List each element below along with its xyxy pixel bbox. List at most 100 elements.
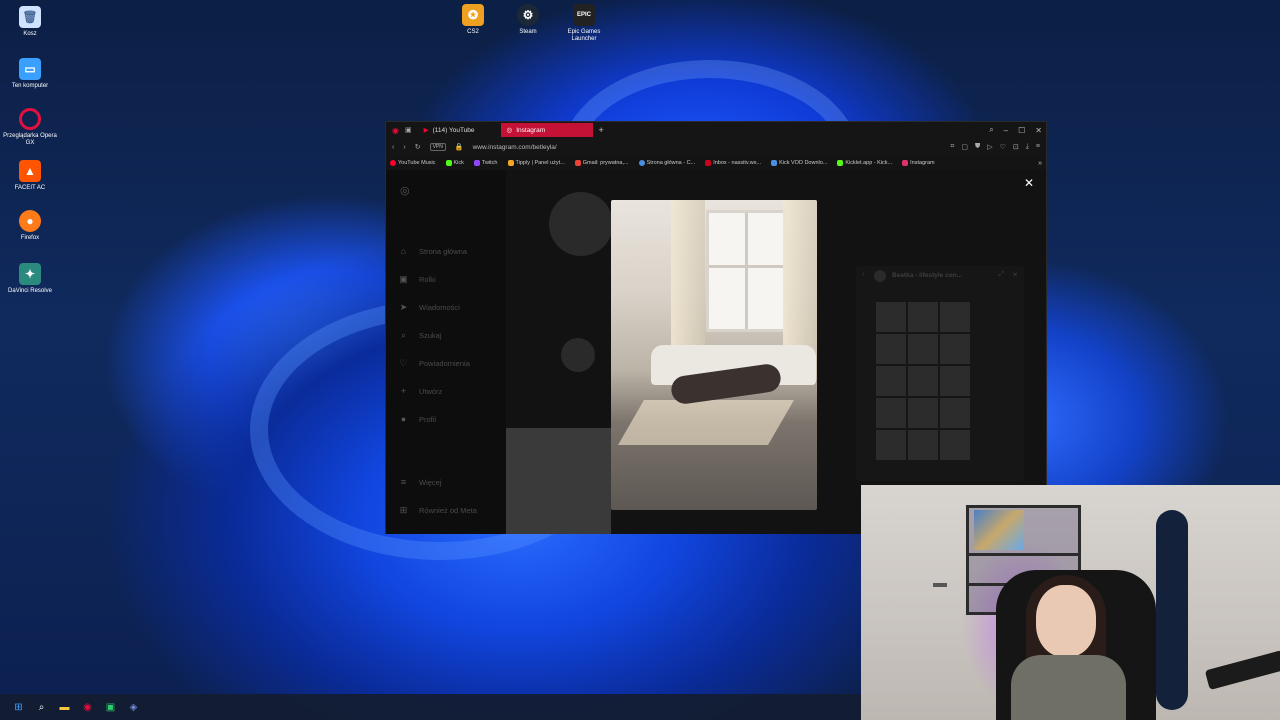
thumbnail[interactable] — [876, 398, 906, 428]
desktop-icon-faceit[interactable]: ▲ FACEIT AC — [2, 160, 58, 192]
desktop-icon-this-pc[interactable]: ▭ Ten komputer — [2, 58, 58, 90]
tab-youtube[interactable]: ▶ (114) YouTube — [418, 123, 481, 137]
instagram-page: ◎ ⌂ Strona główna ▣ Rolki ➤ Wiadomości ⌕ Szu… — [386, 170, 1046, 534]
thumbnail[interactable] — [908, 302, 938, 332]
chevron-left-icon[interactable]: ‹ — [862, 271, 864, 278]
thumbnail[interactable] — [940, 430, 970, 460]
thumbnail[interactable] — [908, 334, 938, 364]
nav-label: Utwórz — [419, 386, 443, 396]
maximize-icon[interactable]: ☐ — [1018, 126, 1025, 135]
instagram-logo-icon[interactable]: ◎ — [400, 184, 410, 197]
bookmark-twitch[interactable]: Twitch — [473, 160, 498, 166]
bookmark-inbox[interactable]: Inbox - nassitv.ws... — [705, 160, 761, 166]
instagram-sidebar: ◎ ⌂ Strona główna ▣ Rolki ➤ Wiadomości ⌕ Szu… — [386, 170, 506, 534]
desktop-icon-firefox[interactable]: ● Firefox — [2, 210, 58, 242]
desktop-icon-steam[interactable]: ⚙ Steam — [500, 4, 556, 36]
heart-icon[interactable]: ♡ — [1000, 143, 1006, 151]
lock-icon[interactable]: ⊡ — [1013, 143, 1019, 151]
cs2-icon: ✪ — [462, 4, 484, 26]
minimize-icon[interactable]: – — [1004, 126, 1008, 135]
nav-item-more[interactable]: ≡ Więcej — [398, 477, 442, 487]
desktop-icon-opera-gx[interactable]: Przeglądarka Opera GX — [2, 108, 58, 147]
tab-instagram[interactable]: ◎ Instagram — [500, 123, 593, 137]
search-icon: ⌕ — [400, 330, 407, 340]
download-icon[interactable]: ⤓ — [1026, 143, 1029, 151]
back-icon[interactable]: ‹ — [392, 144, 394, 151]
bookmark-tipply[interactable]: Tipply | Panel użyt... — [507, 160, 565, 166]
bookmark-label: YouTube Music — [398, 160, 436, 166]
bookmark-label: Twitch — [481, 160, 498, 166]
new-tab-button[interactable]: + — [599, 125, 604, 135]
screenshot-icon[interactable]: ▢ — [961, 143, 968, 151]
nav-item-profile[interactable]: ● Profil — [398, 414, 436, 424]
nav-item-messages[interactable]: ➤ Wiadomości — [398, 302, 460, 313]
workspaces-icon[interactable]: ▣ — [405, 126, 412, 134]
expand-icon[interactable]: ⤢ — [998, 271, 1004, 279]
epic-games-icon: EPIC — [573, 4, 595, 26]
bookmark-strona-glowna[interactable]: Strona główna - C... — [638, 160, 695, 166]
nav-label: Strona główna — [419, 246, 467, 256]
app-icon[interactable]: ▣ — [104, 701, 117, 714]
thumbnail[interactable] — [876, 430, 906, 460]
opera-gx-icon — [19, 108, 41, 130]
nav-label: Więcej — [419, 477, 442, 487]
url-field[interactable]: www.instagram.com/betleyla/ — [473, 144, 557, 151]
menu-icon[interactable]: ≡ — [1036, 143, 1040, 151]
close-window-icon[interactable]: ✕ — [1035, 126, 1042, 135]
search-tabs-icon[interactable]: ⌕ — [989, 125, 993, 135]
desktop-icon-cs2[interactable]: ✪ CS2 — [445, 4, 501, 36]
bookmark-gmail[interactable]: Gmail: prywatna,... — [574, 160, 629, 166]
desktop-icon-epic[interactable]: EPIC Epic Games Launcher — [556, 4, 612, 43]
desktop-icon-label: Ten komputer — [11, 83, 49, 89]
shield-icon[interactable]: ⛊ — [975, 143, 980, 151]
close-panel-icon[interactable]: ✕ — [1012, 271, 1018, 279]
nav-item-home[interactable]: ⌂ Strona główna — [398, 246, 467, 256]
bookmark-kicklet[interactable]: Kicklet.app - Kick... — [837, 160, 892, 166]
vpn-badge[interactable]: VPN — [429, 143, 446, 151]
opera-menu-icon[interactable]: ◉ — [392, 126, 399, 135]
bookmark-youtube-music[interactable]: YouTube Music — [390, 160, 436, 166]
nav-item-create[interactable]: + Utwórz — [398, 386, 442, 396]
thumbnail[interactable] — [876, 366, 906, 396]
tab-bar: ◉ ▣ ▶ (114) YouTube ◎ Instagram + ⌕ – ☐ … — [386, 122, 1046, 138]
thumbnail[interactable] — [908, 366, 938, 396]
youtube-icon: ▶ — [423, 127, 429, 134]
opera-gx-icon[interactable]: ◉ — [81, 701, 94, 714]
nav-label: Powiadomienia — [419, 359, 470, 368]
nav-label: Rolki — [419, 275, 436, 284]
discord-icon[interactable]: ◈ — [127, 701, 140, 714]
streamer-body — [1011, 655, 1126, 720]
thumbnail[interactable] — [940, 398, 970, 428]
post-photo[interactable] — [611, 200, 817, 510]
bookmark-label: Kick — [453, 160, 464, 166]
close-icon[interactable]: ✕ — [1024, 176, 1034, 190]
forward-icon[interactable]: › — [403, 144, 405, 151]
nav-item-search[interactable]: ⌕ Szukaj — [398, 330, 442, 341]
thumbnail[interactable] — [876, 302, 906, 332]
reload-icon[interactable]: ↻ — [415, 143, 421, 151]
bookmarks-more-button[interactable]: » — [1038, 160, 1042, 167]
camera-icon[interactable]: ⌗ — [950, 143, 954, 151]
bookmark-kick[interactable]: Kick — [445, 160, 464, 166]
desktop-icon-recycle-bin[interactable]: 🗑 Kosz — [2, 6, 58, 38]
nav-item-notifications[interactable]: ♡ Powiadomienia — [398, 358, 470, 369]
search-icon[interactable]: ⌕ — [35, 701, 48, 714]
nav-item-reels[interactable]: ▣ Rolki — [398, 274, 436, 285]
nav-item-meta[interactable]: ⊞ Również od Meta — [398, 505, 477, 516]
bookmark-kick-vod[interactable]: Kick VOD Downlo... — [771, 160, 827, 166]
thumbnail[interactable] — [908, 398, 938, 428]
desktop-icon-label: Epic Games Launcher — [567, 29, 601, 42]
bookmarks-bar: YouTube Music Kick Twitch Tipply | Panel… — [386, 156, 1046, 170]
thumbnail[interactable] — [940, 366, 970, 396]
play-icon[interactable]: ▷ — [987, 143, 992, 151]
thumbnail[interactable] — [940, 334, 970, 364]
file-explorer-icon[interactable]: ▬ — [58, 701, 71, 714]
nav-label: Również od Meta — [419, 506, 477, 515]
thumbnail[interactable] — [908, 430, 938, 460]
start-icon[interactable]: ⊞ — [12, 701, 25, 714]
thumbnail[interactable] — [940, 302, 970, 332]
thumbnail[interactable] — [876, 334, 906, 364]
desktop-icon-davinci[interactable]: ✦ DaVinci Resolve — [2, 263, 58, 295]
bookmark-instagram[interactable]: Instagram — [902, 160, 935, 166]
browser-window: ◉ ▣ ▶ (114) YouTube ◎ Instagram + ⌕ – ☐ … — [385, 121, 1047, 534]
